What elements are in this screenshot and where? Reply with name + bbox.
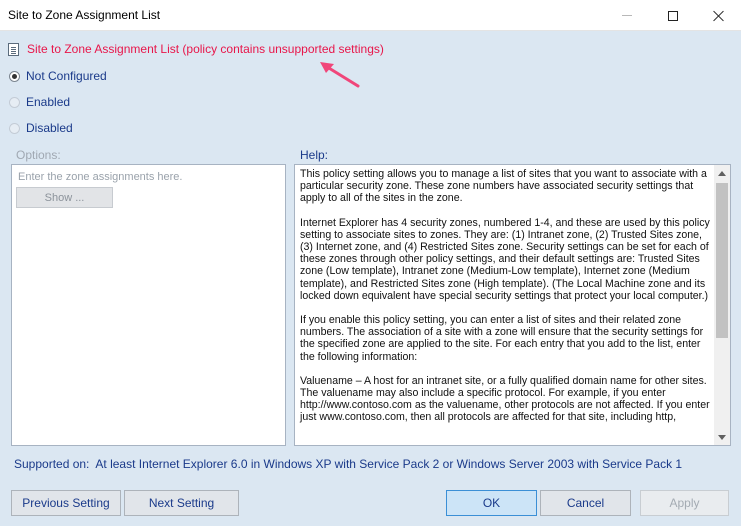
next-setting-button[interactable]: Next Setting [124, 490, 239, 516]
minimize-icon [622, 15, 632, 16]
radio-not-configured-label: Not Configured [26, 69, 107, 83]
radio-enabled-indicator[interactable] [9, 96, 20, 108]
maximize-button[interactable] [650, 0, 696, 31]
help-scrollbar[interactable] [714, 165, 730, 445]
ok-button[interactable]: OK [446, 490, 537, 516]
help-paragraph: Valuename – A host for an intranet site,… [300, 374, 710, 424]
help-label: Help: [300, 148, 329, 162]
policy-header: Site to Zone Assignment List (policy con… [8, 40, 384, 58]
radio-not-configured-indicator[interactable] [9, 70, 20, 82]
policy-document-icon [8, 42, 19, 56]
options-panel: Enter the zone assignments here. Show ..… [11, 164, 286, 446]
options-label: Options: [16, 148, 61, 162]
radio-enabled[interactable]: Enabled [9, 94, 70, 110]
options-hint: Enter the zone assignments here. [18, 171, 183, 183]
help-paragraph: Internet Explorer has 4 security zones, … [300, 216, 710, 302]
close-icon [713, 10, 725, 22]
title-bar: Site to Zone Assignment List [0, 0, 741, 31]
radio-disabled[interactable]: Disabled [9, 120, 73, 136]
radio-disabled-indicator[interactable] [9, 122, 20, 134]
help-text: This policy setting allows you to manage… [300, 168, 714, 436]
radio-not-configured[interactable]: Not Configured [9, 68, 107, 84]
supported-on: Supported on: At least Internet Explorer … [14, 457, 682, 471]
scroll-down-button[interactable] [714, 429, 730, 445]
help-paragraph: If you enable this policy setting, you c… [300, 314, 704, 363]
cancel-button[interactable]: Cancel [540, 490, 631, 516]
previous-setting-button[interactable]: Previous Setting [11, 490, 121, 516]
help-panel[interactable]: This policy setting allows you to manage… [294, 164, 731, 446]
scroll-up-button[interactable] [714, 165, 730, 181]
show-button[interactable]: Show ... [16, 187, 113, 208]
radio-disabled-label: Disabled [26, 121, 73, 135]
scroll-thumb[interactable] [716, 183, 728, 338]
supported-on-value: At least Internet Explorer 6.0 in Window… [95, 457, 683, 471]
maximize-icon [668, 10, 678, 21]
close-button[interactable] [696, 0, 741, 31]
scroll-down-icon [718, 434, 726, 440]
help-paragraph: This policy setting allows you to manage… [300, 168, 707, 205]
supported-on-label: Supported on: [14, 457, 90, 471]
policy-title: Site to Zone Assignment List (policy con… [27, 42, 384, 56]
scroll-up-icon [718, 170, 726, 176]
apply-button[interactable]: Apply [640, 490, 729, 516]
annotation-arrow-icon [320, 62, 360, 88]
window-title: Site to Zone Assignment List [8, 8, 161, 22]
minimize-button[interactable] [604, 0, 650, 31]
radio-enabled-label: Enabled [26, 95, 71, 109]
